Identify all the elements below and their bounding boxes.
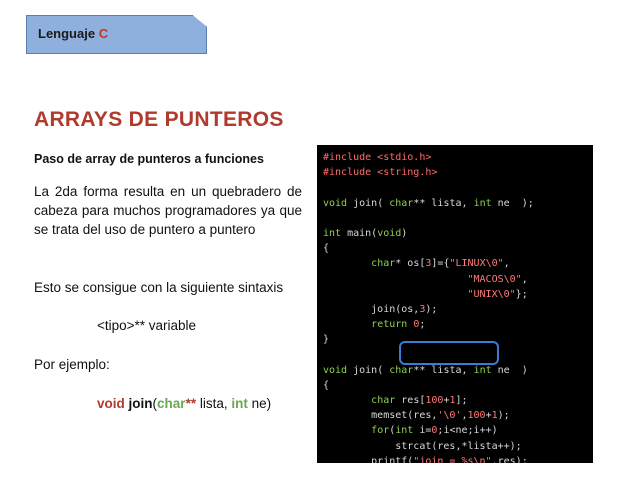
- page-subtitle: Paso de array de punteros a funciones: [34, 152, 264, 166]
- code-line: for(int i=0;i<ne;i++): [371, 425, 498, 437]
- code-line: "MACOS\0",: [467, 273, 528, 285]
- syntax-text: <tipo>** variable: [97, 318, 197, 333]
- code-line: strcat(res,*lista++);: [323, 440, 522, 452]
- page-title: ARRAYS DE PUNTEROS: [34, 108, 284, 131]
- code-line: memset(res,'\0',100+1);: [323, 410, 510, 422]
- language-letter: C: [98, 26, 109, 41]
- code-line: char* os[3]={"LINUX\0",: [371, 258, 510, 270]
- code-line: join(os,3);: [323, 303, 438, 315]
- code-screenshot: #include <stdio.h> #include <string.h> voi…: [317, 145, 593, 463]
- explanation-paragraph: La 2da forma resulta en un quebradero de…: [34, 184, 302, 237]
- example-stars: **: [185, 396, 197, 411]
- code-line: "UNIX\0"};: [467, 288, 528, 300]
- example-void-keyword: void: [97, 396, 125, 411]
- code-line: {: [323, 379, 330, 391]
- section-tag-label: Lenguaje C: [38, 26, 109, 41]
- code-line: printf("join = %s\n",res);: [323, 455, 528, 463]
- example-signature: void join(char** lista, int ne): [97, 396, 272, 411]
- code-line: #include <string.h>: [323, 167, 438, 179]
- code-line: return 0;: [371, 319, 426, 331]
- code-line: #include <stdio.h>: [323, 152, 432, 163]
- code-line: int main(void): [323, 227, 408, 239]
- code-line: char res[100+1];: [371, 395, 468, 406]
- code-line: {: [323, 243, 330, 255]
- example-function-name: join: [128, 396, 153, 411]
- example-int-type: int: [231, 396, 248, 411]
- section-tag: Lenguaje C: [26, 15, 207, 54]
- example-char-type: char: [157, 396, 186, 411]
- example-intro: Por ejemplo:: [34, 357, 110, 372]
- code-highlight-box: [399, 341, 499, 365]
- code-line: void join( char** lista, int ne );: [323, 197, 534, 209]
- syntax-intro: Esto se consigue con la siguiente sintax…: [34, 280, 284, 295]
